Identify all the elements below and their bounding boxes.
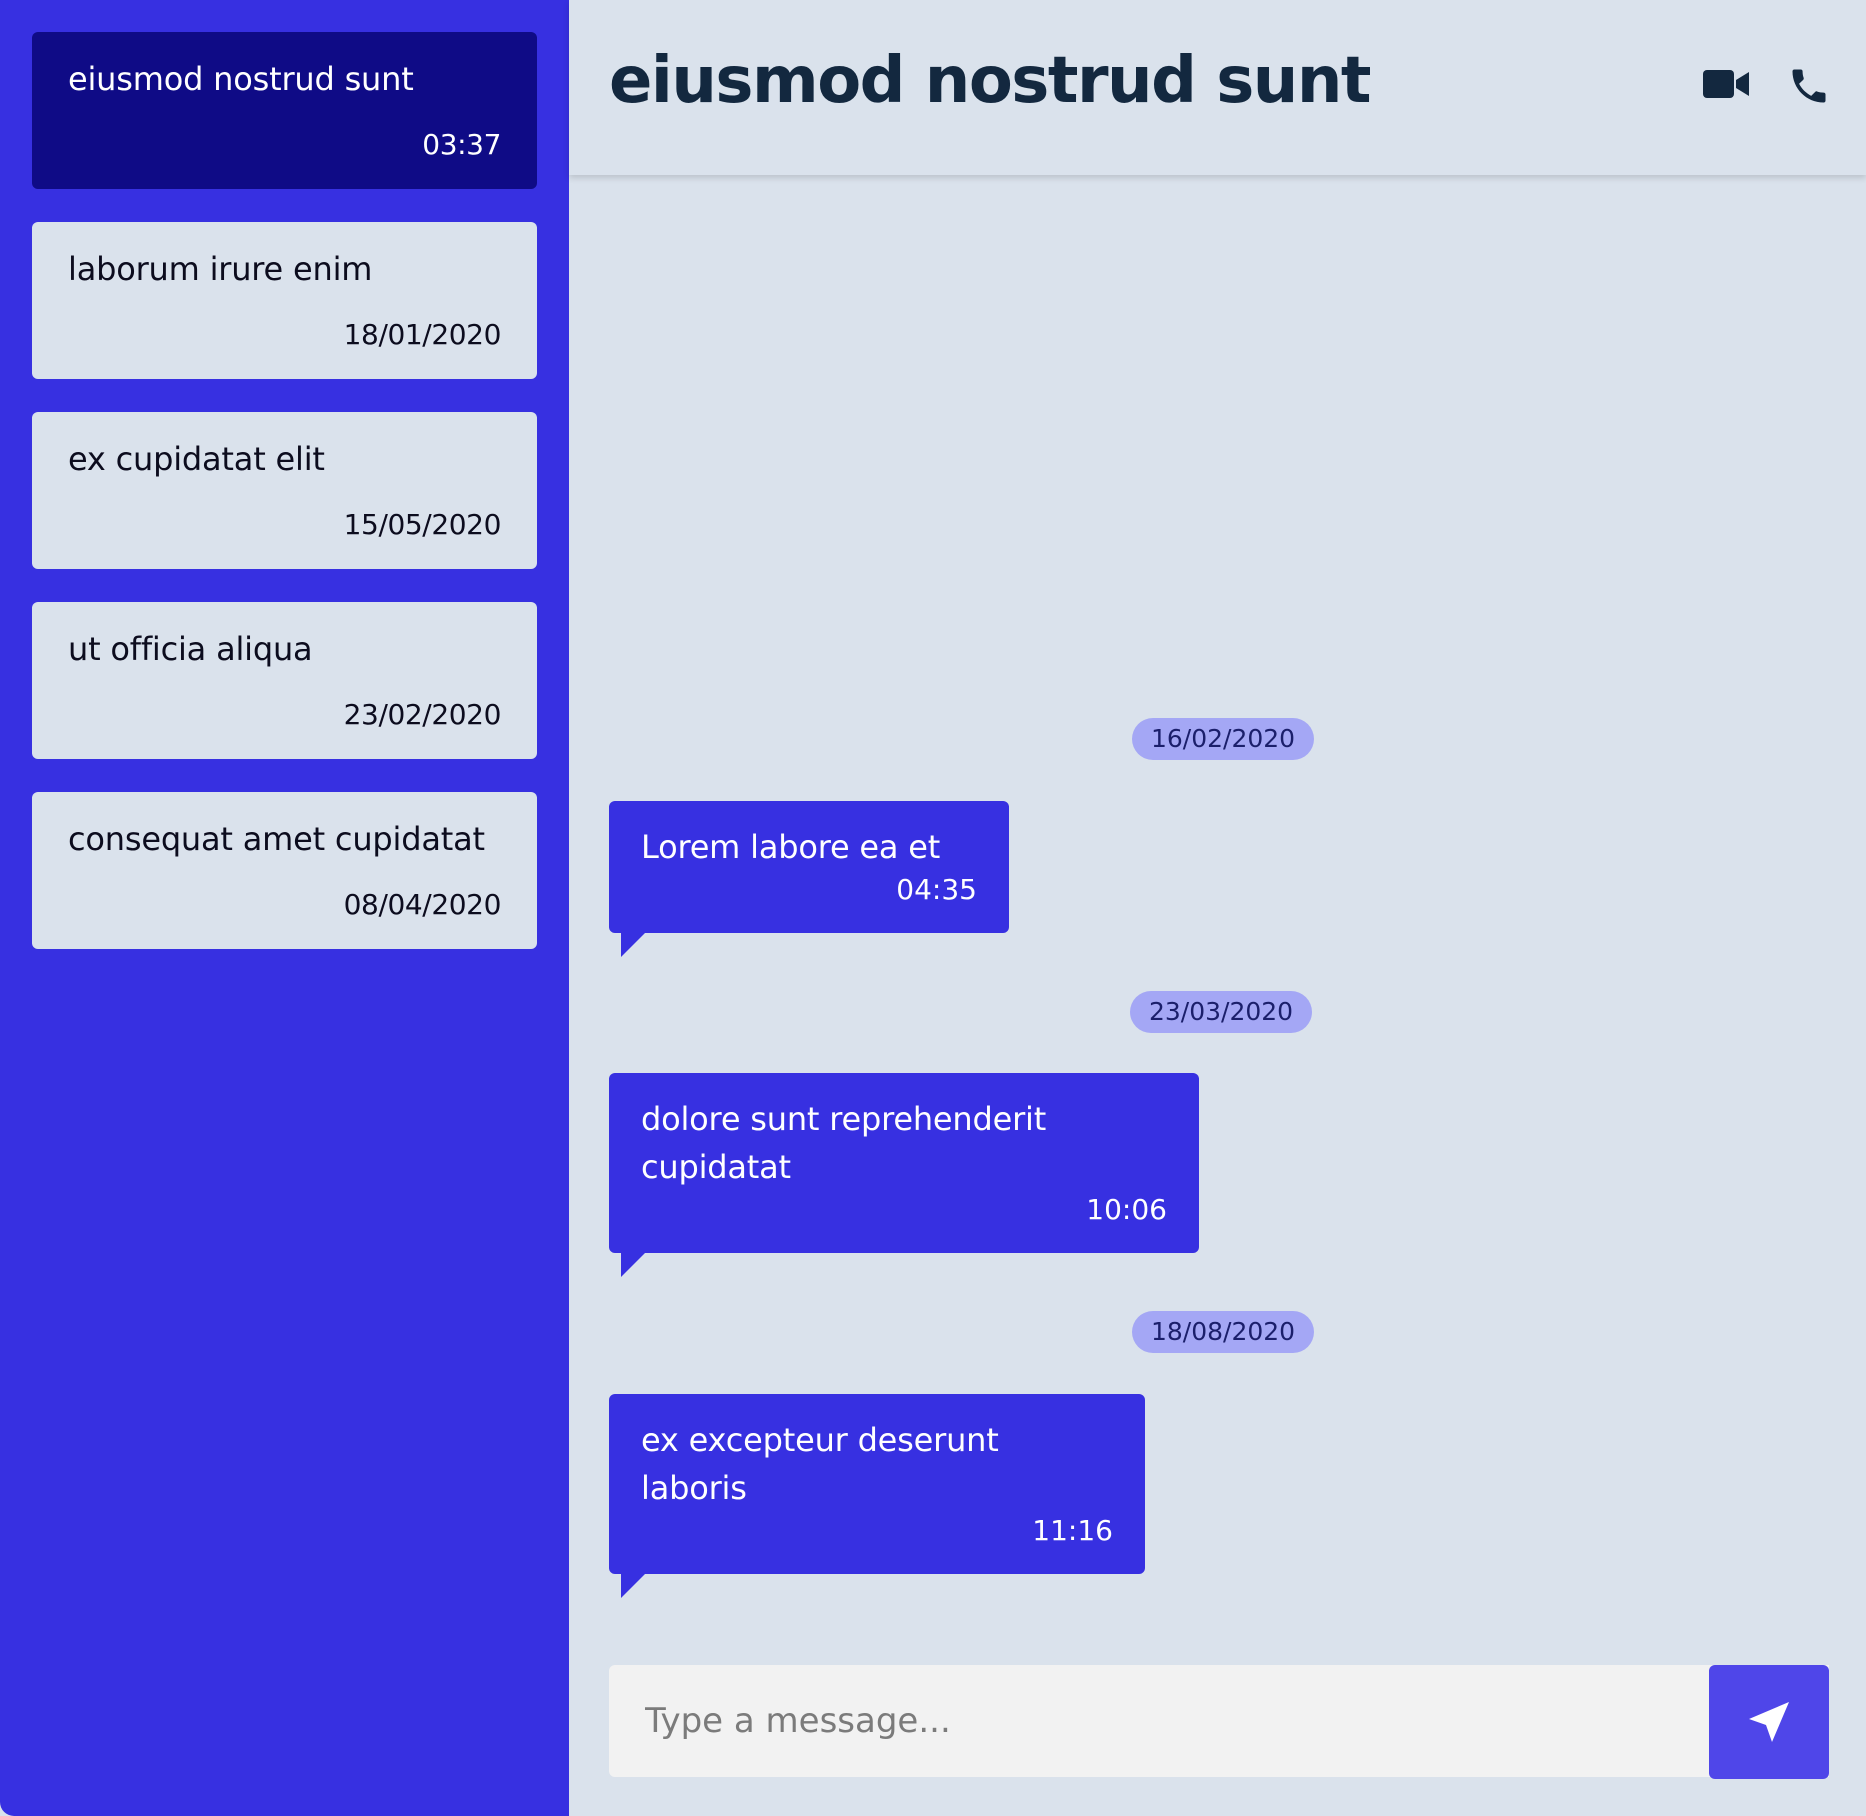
- conversation-time: 23/02/2020: [343, 698, 502, 731]
- message-bubble: ex excepteur deserunt laboris 11:16: [609, 1394, 1145, 1598]
- conversation-item[interactable]: ex cupidatat elit 15/05/2020: [32, 412, 537, 569]
- chat-app: eiusmod nostrud sunt 03:37 laborum irure…: [0, 0, 1866, 1816]
- message-text: dolore sunt reprehenderit cupidatat: [641, 1100, 1047, 1186]
- conversation-time: 18/01/2020: [343, 318, 502, 351]
- chat-title: eiusmod nostrud sunt: [609, 44, 1372, 118]
- message-time: 04:35: [896, 873, 977, 906]
- message-bubble: dolore sunt reprehenderit cupidatat 10:0…: [609, 1073, 1199, 1277]
- conversation-name: ex cupidatat elit: [68, 440, 325, 478]
- conversation-time: 08/04/2020: [343, 888, 502, 921]
- conversation-name: consequat amet cupidatat: [68, 820, 485, 858]
- message-composer: [609, 1665, 1829, 1777]
- phone-icon[interactable]: [1787, 64, 1831, 108]
- message-text: ex excepteur deserunt laboris: [641, 1421, 999, 1507]
- video-camera-icon[interactable]: [1703, 64, 1751, 104]
- conversation-name: ut officia aliqua: [68, 630, 313, 668]
- date-separator: 23/03/2020: [1130, 991, 1313, 1033]
- message-bubble: Lorem labore ea et 04:35: [609, 801, 1009, 957]
- conversation-item[interactable]: laborum irure enim 18/01/2020: [32, 222, 537, 379]
- chat-header: eiusmod nostrud sunt: [569, 0, 1866, 175]
- conversation-time: 15/05/2020: [343, 508, 502, 541]
- message-time: 11:16: [1032, 1514, 1113, 1547]
- conversation-item[interactable]: consequat amet cupidatat 08/04/2020: [32, 792, 537, 949]
- message-text: Lorem labore ea et: [641, 828, 941, 866]
- conversation-time: 03:37: [422, 128, 501, 161]
- send-icon: [1749, 1702, 1789, 1742]
- message-list: 16/02/2020 Lorem labore ea et 04:35 23/0…: [569, 175, 1866, 1816]
- send-button[interactable]: [1709, 1665, 1829, 1779]
- conversation-name: eiusmod nostrud sunt: [68, 60, 414, 98]
- bubble-tail: [621, 1574, 645, 1598]
- date-separator: 18/08/2020: [1132, 1311, 1315, 1353]
- message-input[interactable]: [609, 1665, 1829, 1777]
- date-separator: 16/02/2020: [1132, 718, 1315, 760]
- bubble-tail: [621, 933, 645, 957]
- conversation-item[interactable]: ut officia aliqua 23/02/2020: [32, 602, 537, 759]
- message-time: 10:06: [1086, 1193, 1167, 1226]
- conversation-item-active[interactable]: eiusmod nostrud sunt 03:37: [32, 32, 537, 189]
- conversation-sidebar: eiusmod nostrud sunt 03:37 laborum irure…: [0, 0, 569, 1816]
- bubble-tail: [621, 1253, 645, 1277]
- conversation-name: laborum irure enim: [68, 250, 373, 288]
